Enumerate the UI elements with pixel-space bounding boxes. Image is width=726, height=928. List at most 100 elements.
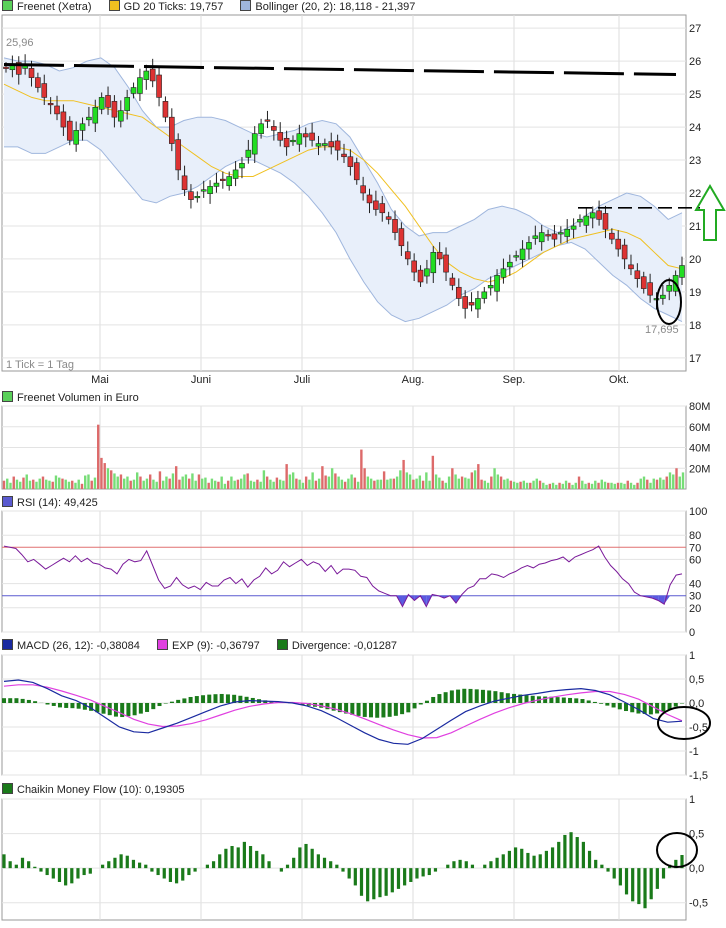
- cmf-bar: [20, 857, 25, 869]
- price-y-tick-label: 21: [689, 221, 701, 233]
- candle-down: [449, 277, 456, 286]
- candle-up: [92, 106, 99, 124]
- volume-bar: [655, 479, 659, 489]
- volume-bar: [490, 476, 493, 489]
- cmf-bar: [310, 848, 314, 869]
- rsi-y-tick-label: 20: [689, 603, 701, 615]
- candle-down: [411, 260, 417, 273]
- cmf-bar: [255, 850, 259, 869]
- candle-up: [251, 133, 258, 155]
- volume-bar: [119, 474, 123, 489]
- cmf-bar: [181, 868, 185, 881]
- volume-bar: [15, 479, 19, 489]
- rsi-y-tick-label: 0: [689, 627, 695, 639]
- volume-bar: [470, 472, 474, 489]
- cmf-bar: [452, 861, 456, 869]
- volume-bar: [681, 472, 685, 489]
- divergence-bar: [368, 703, 373, 718]
- volume-bar: [464, 477, 467, 489]
- divergence-bar: [350, 703, 355, 715]
- price-y-tick-label: 23: [689, 155, 701, 167]
- volume-bar: [369, 478, 373, 489]
- divergence-bar: [219, 693, 224, 703]
- divergence-bar: [132, 703, 137, 716]
- candle-up: [500, 268, 507, 278]
- volume-bar: [561, 483, 564, 489]
- volume-bar: [496, 474, 500, 489]
- volume-y-tick-label: 40M: [689, 443, 710, 455]
- cmf-bar: [575, 837, 579, 869]
- cmf-bar: [150, 868, 154, 872]
- volume-bar: [447, 476, 451, 489]
- volume-bar: [61, 478, 64, 489]
- divergence-bar: [244, 696, 249, 703]
- cmf-bar: [285, 864, 290, 869]
- volume-bar: [171, 473, 175, 489]
- volume-bar: [152, 479, 155, 489]
- candle-down: [169, 116, 175, 144]
- cmf-bar: [421, 868, 425, 877]
- volume-bar: [399, 470, 402, 489]
- volume-bar: [187, 478, 191, 489]
- divergence-bar: [207, 694, 212, 703]
- volume-bar: [48, 480, 51, 489]
- volume-bar: [454, 474, 457, 489]
- cmf-bar: [236, 847, 240, 869]
- cmf-bar: [569, 832, 573, 869]
- volume-bar: [607, 482, 610, 489]
- volume-bar: [194, 480, 197, 489]
- cmf-bar: [298, 847, 302, 869]
- volume-bar: [678, 476, 681, 489]
- candle-down: [35, 77, 41, 88]
- cmf-bar: [211, 861, 216, 869]
- cmf-bar: [144, 864, 148, 869]
- divergence-bar: [387, 703, 392, 717]
- candle-down: [41, 83, 48, 98]
- cmf-bar: [131, 859, 136, 869]
- tick-note: 1 Tick = 1 Tag: [6, 359, 74, 371]
- volume-bar: [249, 480, 253, 489]
- volume-bar: [58, 477, 61, 489]
- volume-y-tick-label: 80M: [689, 401, 710, 413]
- volume-bar: [136, 472, 139, 489]
- cmf-bar: [433, 868, 438, 872]
- volume-bar: [353, 477, 357, 489]
- volume-bar: [343, 481, 347, 489]
- divergence-bar: [474, 689, 479, 703]
- divergence-bar: [400, 703, 405, 715]
- cmf-bar: [279, 868, 283, 872]
- candle-down: [455, 286, 462, 299]
- volume-bar: [597, 482, 600, 489]
- volume-bar: [444, 482, 448, 489]
- volume-bar: [652, 478, 655, 489]
- candle-down: [468, 302, 475, 306]
- volume-bar: [155, 481, 158, 489]
- volume-bar: [558, 482, 561, 489]
- cmf-bar: [8, 861, 12, 869]
- macd-y-tick-label: -1: [689, 746, 699, 758]
- volume-bar: [525, 482, 529, 489]
- volume-bar: [535, 478, 539, 489]
- divergence-bar: [157, 703, 162, 707]
- volume-bar: [431, 455, 435, 489]
- volume-bar: [373, 480, 376, 489]
- volume-bar: [499, 476, 503, 489]
- divergence-bar: [176, 699, 181, 703]
- price-y-tick-label: 19: [689, 287, 701, 299]
- divergence-bar: [605, 703, 610, 706]
- cmf-bar: [507, 850, 512, 869]
- volume-bar: [506, 478, 509, 489]
- volume-bar: [356, 481, 360, 489]
- volume-bar: [142, 480, 145, 489]
- volume-bar: [610, 482, 613, 489]
- volume-bar: [324, 475, 327, 489]
- candle-up: [296, 133, 303, 145]
- divergence-bar: [487, 690, 492, 703]
- volume-bar: [181, 476, 184, 489]
- candle-down: [379, 203, 386, 214]
- candle-down: [66, 120, 73, 141]
- volume-bar: [389, 478, 392, 489]
- volume-bar: [603, 481, 607, 489]
- volume-bar: [594, 480, 597, 489]
- cmf-bar: [396, 868, 401, 889]
